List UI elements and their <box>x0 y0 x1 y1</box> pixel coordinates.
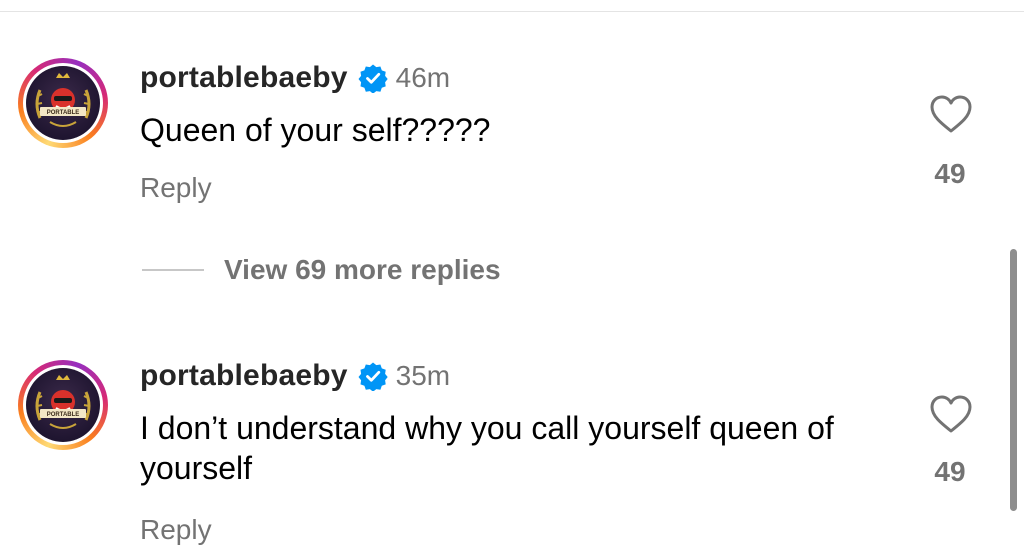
comment-text: Queen of your self????? <box>140 112 491 148</box>
comment-timestamp: 35m <box>395 360 451 391</box>
comment-text: I don’t understand why you call yourself… <box>140 410 834 486</box>
view-more-replies-label: View 69 more replies <box>224 254 501 285</box>
heart-outline-icon[interactable] <box>929 394 973 434</box>
comment-item: PORTABLE portablebaeby 35m I don’t under… <box>0 300 1024 548</box>
scrollbar[interactable] <box>1010 249 1017 511</box>
avatar-logo-text: PORTABLE <box>47 412 80 418</box>
comment-header: portablebaeby 35m <box>140 356 450 396</box>
avatar-image: PORTABLE <box>26 66 100 140</box>
avatar-logo-icon: PORTABLE <box>35 73 91 127</box>
verified-badge-icon <box>358 361 388 392</box>
like-count: 49 <box>934 158 966 189</box>
avatar-logo-icon: PORTABLE <box>35 375 91 429</box>
replies-divider-line <box>142 269 204 271</box>
avatar-logo-text: PORTABLE <box>47 110 80 116</box>
comment-header: portablebaeby 46m <box>140 58 450 98</box>
avatar-image: PORTABLE <box>26 368 100 442</box>
comment-item: PORTABLE portablebaeby 46m Queen of your… <box>0 0 1024 248</box>
reply-button[interactable]: Reply <box>140 172 212 204</box>
username[interactable]: portablebaeby <box>140 61 348 95</box>
avatar[interactable]: PORTABLE <box>18 58 108 148</box>
view-more-replies-button[interactable]: View 69 more replies <box>142 250 501 290</box>
comment-timestamp: 46m <box>395 62 451 93</box>
heart-outline-icon[interactable] <box>929 94 973 134</box>
like-count: 49 <box>934 456 966 487</box>
username[interactable]: portablebaeby <box>140 359 348 393</box>
reply-button[interactable]: Reply <box>140 514 212 546</box>
avatar[interactable]: PORTABLE <box>18 360 108 450</box>
verified-badge-icon <box>358 63 388 94</box>
